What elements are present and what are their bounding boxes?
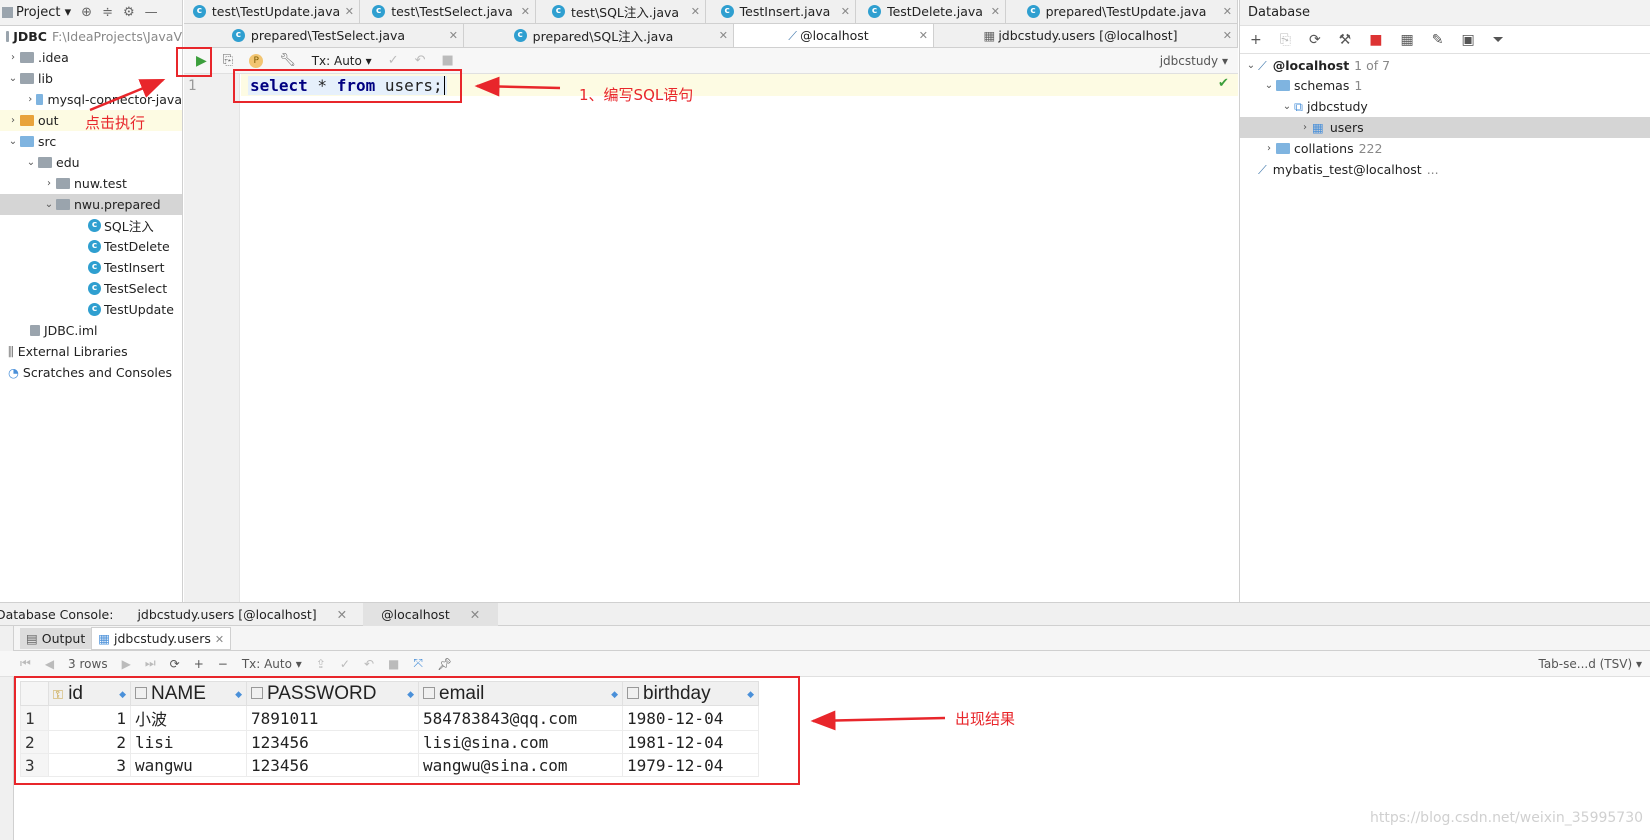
annotation-result: 出现结果 [955,710,1016,728]
arrow-to-result [810,710,946,731]
arrow-to-run [89,78,166,112]
arrow-to-sql [474,76,561,97]
annotation-write-sql: 1、编写SQL语句 [579,86,694,104]
annotation-arrows [89,76,946,731]
annotation-click-run: 点击执行 [85,114,146,132]
watermark: https://blog.csdn.net/weixin_35995730 [1370,810,1644,826]
